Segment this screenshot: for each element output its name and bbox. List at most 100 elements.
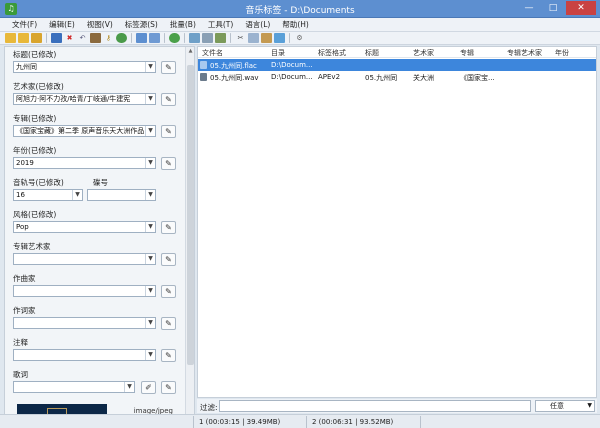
panel-scrollbar[interactable]: ▲ ▼ bbox=[185, 47, 194, 423]
audio-file-icon bbox=[200, 73, 207, 81]
year-label: 年份(已修改) bbox=[13, 146, 57, 155]
remove-icon[interactable]: ✖ bbox=[64, 33, 75, 43]
year-value: 2019 bbox=[16, 159, 34, 167]
chevron-down-icon[interactable]: ▼ bbox=[145, 94, 155, 104]
search-icon[interactable] bbox=[116, 33, 127, 43]
text-convert-icon[interactable] bbox=[215, 33, 226, 43]
menu-batch[interactable]: 批量(B) bbox=[166, 18, 200, 31]
col-album-artist[interactable]: 专辑艺术家 bbox=[507, 48, 542, 58]
chevron-down-icon[interactable]: ▼ bbox=[145, 190, 155, 200]
disc-field[interactable]: ▼ bbox=[87, 189, 156, 201]
cell-artist: 关大洲 bbox=[413, 74, 434, 82]
settings-icon[interactable]: ⚙ bbox=[294, 33, 305, 43]
menu-tools[interactable]: 工具(T) bbox=[204, 18, 237, 31]
menu-help[interactable]: 帮助(H) bbox=[278, 18, 313, 31]
cell-filename: 05.九州同.flac bbox=[210, 62, 257, 70]
artist-field[interactable]: 阿旭力·阿不力孜/哈青/丁岐通/牛建宪 ▼ bbox=[13, 93, 156, 105]
table-row[interactable]: 05.九州同.flac D:\Docum... bbox=[198, 59, 596, 71]
status-divider bbox=[306, 416, 307, 428]
key-icon[interactable]: ⚷ bbox=[103, 33, 114, 43]
year-field[interactable]: 2019 ▼ bbox=[13, 157, 156, 169]
menu-edit[interactable]: 编辑(E) bbox=[45, 18, 79, 31]
filter-label: 过滤: bbox=[200, 403, 218, 412]
menu-file[interactable]: 文件(F) bbox=[8, 18, 41, 31]
close-button[interactable]: ✕ bbox=[566, 1, 596, 15]
album-field[interactable]: 《国家宝藏》第二季 原声音乐天大洲作品 ▼ bbox=[13, 125, 156, 137]
col-tag-format[interactable]: 标签格式 bbox=[318, 48, 346, 58]
cover-icon[interactable] bbox=[189, 33, 200, 43]
menu-tag-source[interactable]: 标签源(S) bbox=[121, 18, 162, 31]
comment-edit-button[interactable]: ✎ bbox=[161, 349, 176, 362]
chevron-down-icon[interactable]: ▼ bbox=[145, 350, 155, 360]
save-icon[interactable] bbox=[51, 33, 62, 43]
col-filename[interactable]: 文件名 bbox=[202, 48, 223, 58]
menu-language[interactable]: 语言(L) bbox=[241, 18, 274, 31]
maximize-button[interactable]: □ bbox=[542, 1, 564, 15]
composer-label: 作曲家 bbox=[13, 274, 36, 283]
scroll-thumb[interactable] bbox=[187, 65, 194, 365]
col-title[interactable]: 标题 bbox=[365, 48, 379, 58]
genre-edit-button[interactable]: ✎ bbox=[161, 221, 176, 234]
status-selected: 1 (00:03:15 | 39.49MB) bbox=[199, 418, 281, 426]
toolbar-separator bbox=[164, 33, 165, 43]
lyricist-label: 作词家 bbox=[13, 306, 36, 315]
paste-icon[interactable] bbox=[261, 33, 272, 43]
lyricist-field[interactable]: ▼ bbox=[13, 317, 156, 329]
toolbar-separator bbox=[289, 33, 290, 43]
open-folder-add-icon[interactable] bbox=[18, 33, 29, 43]
tools-icon[interactable]: ✂ bbox=[235, 33, 246, 43]
chevron-down-icon[interactable]: ▼ bbox=[145, 158, 155, 168]
filter-input[interactable] bbox=[219, 400, 531, 412]
col-directory[interactable]: 目录 bbox=[271, 48, 285, 58]
title-edit-button[interactable]: ✎ bbox=[161, 61, 176, 74]
genre-field[interactable]: Pop ▼ bbox=[13, 221, 156, 233]
chevron-down-icon[interactable]: ▼ bbox=[72, 190, 82, 200]
col-year[interactable]: 年份 bbox=[555, 48, 569, 58]
chevron-down-icon[interactable]: ▼ bbox=[145, 222, 155, 232]
comment-field[interactable]: ▼ bbox=[13, 349, 156, 361]
scroll-up-icon[interactable]: ▲ bbox=[186, 47, 194, 56]
web-source-icon[interactable] bbox=[169, 33, 180, 43]
toolbar-separator bbox=[184, 33, 185, 43]
genre-value: Pop bbox=[16, 223, 29, 231]
track-field[interactable]: 16 ▼ bbox=[13, 189, 83, 201]
artist-edit-button[interactable]: ✎ bbox=[161, 93, 176, 106]
col-album[interactable]: 专辑 bbox=[460, 48, 474, 58]
table-icon[interactable] bbox=[202, 33, 213, 43]
filter-scope-value: 任意 bbox=[550, 402, 564, 410]
composer-edit-button[interactable]: ✎ bbox=[161, 285, 176, 298]
lyrics-open-button[interactable]: ✐ bbox=[141, 381, 156, 394]
view-list-icon[interactable] bbox=[136, 33, 147, 43]
lyrics-label: 歌词 bbox=[13, 370, 28, 379]
chevron-down-icon[interactable]: ▼ bbox=[145, 318, 155, 328]
chevron-down-icon[interactable]: ▼ bbox=[124, 382, 134, 392]
album-artist-edit-button[interactable]: ✎ bbox=[161, 253, 176, 266]
menu-view[interactable]: 视图(V) bbox=[83, 18, 117, 31]
folder-group-icon[interactable] bbox=[31, 33, 42, 43]
lyrics-field[interactable]: ▼ bbox=[13, 381, 135, 393]
status-total: 2 (00:06:31 | 93.52MB) bbox=[312, 418, 394, 426]
view-detail-icon[interactable] bbox=[149, 33, 160, 43]
year-edit-button[interactable]: ✎ bbox=[161, 157, 176, 170]
filter-scope-select[interactable]: 任意 ▼ bbox=[535, 400, 595, 412]
chevron-down-icon[interactable]: ▼ bbox=[145, 286, 155, 296]
lyrics-edit-button[interactable]: ✎ bbox=[161, 381, 176, 394]
undo-icon[interactable]: ↶ bbox=[77, 33, 88, 43]
chevron-down-icon[interactable]: ▼ bbox=[145, 254, 155, 264]
book-icon[interactable] bbox=[90, 33, 101, 43]
cell-album: 《国家宝... bbox=[460, 74, 495, 82]
chevron-down-icon[interactable]: ▼ bbox=[145, 126, 155, 136]
lyricist-edit-button[interactable]: ✎ bbox=[161, 317, 176, 330]
composer-field[interactable]: ▼ bbox=[13, 285, 156, 297]
table-row[interactable]: 05.九州同.wav D:\Docum... APEv2 05.九州同 关大洲 … bbox=[198, 71, 596, 83]
chevron-down-icon[interactable]: ▼ bbox=[145, 62, 155, 72]
copy-icon[interactable] bbox=[248, 33, 259, 43]
album-artist-field[interactable]: ▼ bbox=[13, 253, 156, 265]
title-field[interactable]: 九州同 ▼ bbox=[13, 61, 156, 73]
minimize-button[interactable]: — bbox=[518, 1, 540, 15]
col-artist[interactable]: 艺术家 bbox=[413, 48, 434, 58]
status-bar: 1 (00:03:15 | 39.49MB) 2 (00:06:31 | 93.… bbox=[0, 414, 600, 428]
rename-icon[interactable] bbox=[274, 33, 285, 43]
open-folder-icon[interactable] bbox=[5, 33, 16, 43]
album-edit-button[interactable]: ✎ bbox=[161, 125, 176, 138]
